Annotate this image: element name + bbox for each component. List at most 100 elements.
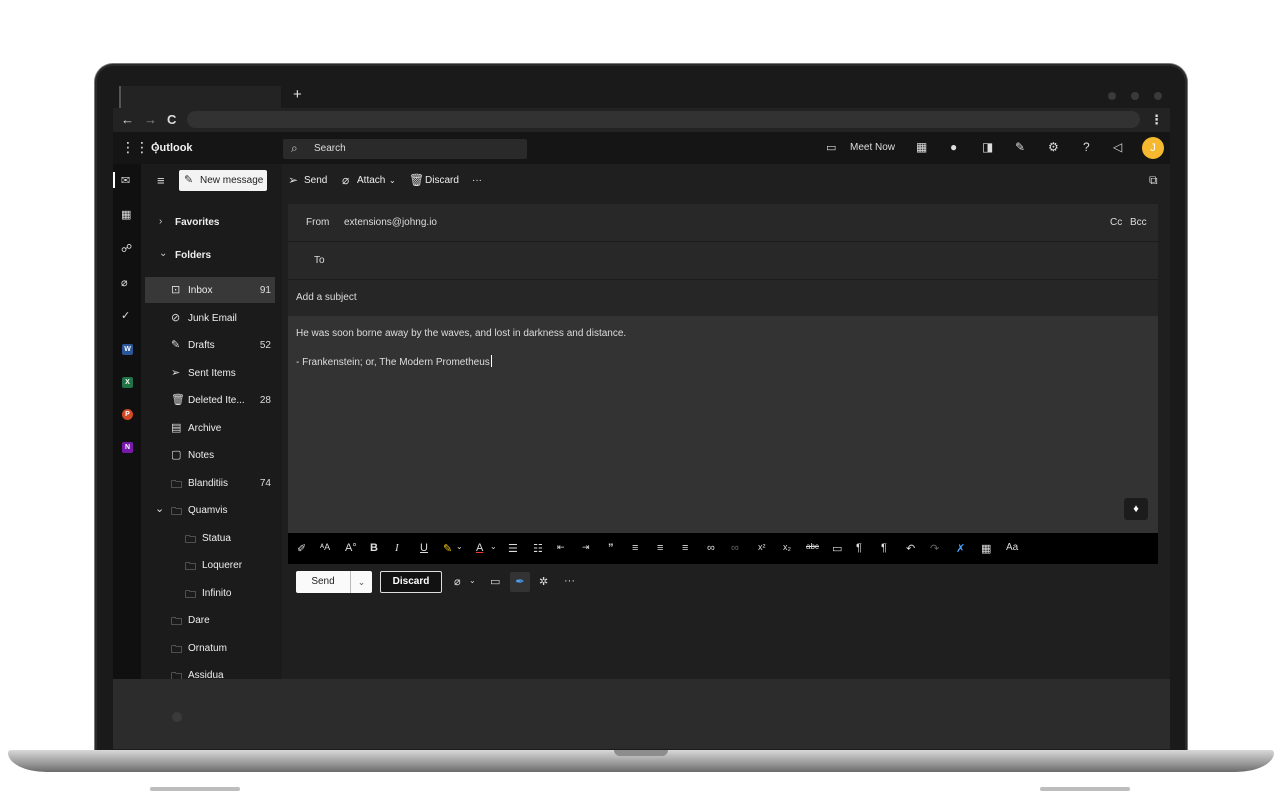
send-options-chevron-icon[interactable]: ⌄ [350, 571, 372, 593]
apps-grid-icon[interactable]: ▦ [916, 140, 927, 154]
align-left-icon[interactable]: ≡ [632, 542, 638, 554]
bold-icon[interactable]: B [370, 542, 378, 554]
increase-indent-icon[interactable]: ⇥ [582, 542, 590, 553]
highlight-dropdown-icon[interactable]: ⌄ [456, 542, 463, 551]
expand-chevron-icon[interactable]: ⌄ [155, 502, 164, 515]
meet-now-button[interactable]: Meet Now [850, 142, 895, 153]
superscript-icon[interactable]: x² [758, 542, 766, 552]
forward-arrow-icon[interactable]: → [144, 112, 157, 127]
underline-icon[interactable]: U [420, 542, 428, 554]
redo-icon[interactable]: ↷ [930, 542, 939, 555]
message-body[interactable]: He was soon borne away by the waves, and… [288, 316, 1158, 533]
send-command[interactable]: Send [304, 175, 327, 186]
folder-drafts[interactable]: ✎ Drafts 52 [145, 332, 275, 358]
more-options-icon[interactable]: ··· [472, 175, 482, 186]
to-row[interactable]: To [288, 242, 1158, 280]
folder-sent-items[interactable]: ➢ Sent Items [145, 360, 275, 386]
word-app-icon[interactable]: W [122, 344, 133, 355]
attach-dropdown-icon[interactable]: ⌄ [469, 576, 476, 585]
send-button[interactable]: Send [296, 571, 350, 593]
onenote-app-icon[interactable]: N [122, 442, 133, 453]
folder-blanditiis[interactable]: 🗀 Blanditiis 74 [145, 470, 275, 496]
folders-group[interactable]: Folders [175, 250, 211, 261]
hamburger-menu-icon[interactable]: ≡ [157, 173, 165, 188]
right-to-left-icon[interactable]: ¶ [881, 542, 887, 554]
discard-button[interactable]: Discard [380, 571, 442, 593]
tasks-icon[interactable]: ✎ [1015, 140, 1025, 154]
folder-quamvis[interactable]: ⌄ 🗀 Quamvis [145, 497, 275, 523]
url-field[interactable] [187, 111, 1140, 128]
folder-statua[interactable]: 🗀 Statua [145, 525, 275, 551]
back-arrow-icon[interactable]: ← [121, 112, 134, 127]
calendar-icon[interactable]: ▦ [121, 208, 131, 221]
from-label[interactable]: From [306, 217, 329, 228]
folder-deleted-items[interactable]: 🗑 Deleted Ite... 28 [145, 387, 275, 413]
bullets-icon[interactable]: ☰ [508, 542, 518, 555]
attachments-icon[interactable]: ⌀ [121, 276, 128, 289]
italic-icon[interactable]: I [395, 542, 399, 554]
feedback-megaphone-icon[interactable]: ◁ [1113, 140, 1122, 154]
insert-table-icon[interactable]: ▦ [981, 542, 991, 555]
insert-image-icon[interactable]: ▭ [832, 542, 842, 555]
subscript-icon[interactable]: x₂ [783, 542, 791, 552]
strikethrough-icon[interactable]: abc [806, 542, 819, 551]
excel-app-icon[interactable]: X [122, 377, 133, 388]
numbering-icon[interactable]: ☷ [533, 542, 543, 555]
window-minimize-dot[interactable] [1108, 92, 1116, 100]
more-options-icon[interactable]: ··· [564, 575, 575, 587]
discard-command[interactable]: Discard [425, 175, 459, 186]
from-value[interactable]: extensions@johng.io [344, 217, 437, 228]
font-size-increase-icon[interactable]: A° [345, 542, 357, 554]
user-avatar[interactable]: J [1142, 137, 1164, 159]
attach-chevron-icon[interactable]: ⌄ [389, 176, 396, 185]
link-icon[interactable]: ∞ [707, 542, 715, 554]
font-style-icon[interactable]: Aa [1006, 542, 1018, 553]
unlink-icon[interactable]: ∞ [731, 542, 739, 554]
editor-icon[interactable]: ✒ [510, 572, 530, 592]
align-center-icon[interactable]: ≡ [657, 542, 663, 554]
folder-notes[interactable]: ▢ Notes [145, 442, 275, 468]
font-size-decrease-icon[interactable]: ᴬA [320, 542, 330, 552]
left-to-right-icon[interactable]: ¶ [856, 542, 862, 554]
folder-junk-email[interactable]: ⊘ Junk Email [145, 305, 275, 331]
todo-check-icon[interactable]: ✓ [121, 309, 130, 322]
mail-icon[interactable]: ✉ [121, 174, 130, 187]
favorites-group[interactable]: Favorites [175, 217, 219, 228]
folders-chevron-icon[interactable]: ⌄ [159, 248, 167, 259]
send-icon[interactable]: ➢ [288, 173, 298, 187]
skype-icon[interactable]: ● [950, 140, 957, 154]
window-close-dot[interactable] [1154, 92, 1162, 100]
premium-diamond-icon[interactable]: ♦ [1124, 498, 1148, 520]
folder-ornatum[interactable]: 🗀 Ornatum [145, 635, 275, 661]
new-message-button[interactable]: ✎ New message [179, 170, 267, 191]
people-icon[interactable]: ☍ [121, 242, 132, 255]
font-color-dropdown-icon[interactable]: ⌄ [490, 542, 497, 551]
folder-dare[interactable]: 🗀 Dare [145, 607, 275, 633]
folder-infinito[interactable]: 🗀 Infinito [145, 580, 275, 606]
emoji-sun-icon[interactable]: ✲ [539, 575, 548, 588]
powerpoint-app-icon[interactable]: P [122, 409, 133, 420]
clear-formatting-icon[interactable]: ✗ [956, 542, 965, 555]
font-color-icon[interactable]: A [476, 542, 483, 554]
paperclip-icon[interactable]: ⌀ [454, 575, 461, 588]
highlight-icon[interactable]: ✎ [443, 542, 452, 555]
folder-assidua[interactable]: 🗀 Assidua [145, 662, 275, 679]
folder-archive[interactable]: ▤ Archive [145, 415, 275, 441]
align-right-icon[interactable]: ≡ [682, 542, 688, 554]
new-tab-button[interactable]: + [293, 86, 302, 103]
format-painter-icon[interactable]: ✐ [297, 542, 306, 555]
search-box[interactable]: ⌕ Search [283, 139, 527, 159]
bcc-button[interactable]: Bcc [1130, 217, 1147, 228]
decrease-indent-icon[interactable]: ⇤ [557, 542, 565, 553]
window-maximize-dot[interactable] [1131, 92, 1139, 100]
office-icon[interactable]: ◨ [982, 140, 993, 154]
settings-gear-icon[interactable]: ⚙ [1048, 140, 1059, 154]
paperclip-icon[interactable]: ⌀ [342, 173, 349, 187]
folder-inbox[interactable]: ⊡ Inbox 91 [145, 277, 275, 303]
to-label[interactable]: To [314, 255, 325, 266]
browser-tab[interactable] [119, 86, 281, 108]
help-icon[interactable]: ? [1083, 140, 1090, 154]
quote-icon[interactable]: ” [608, 542, 614, 554]
attach-command[interactable]: Attach [357, 175, 385, 186]
pop-out-icon[interactable]: ⧉ [1149, 173, 1158, 188]
